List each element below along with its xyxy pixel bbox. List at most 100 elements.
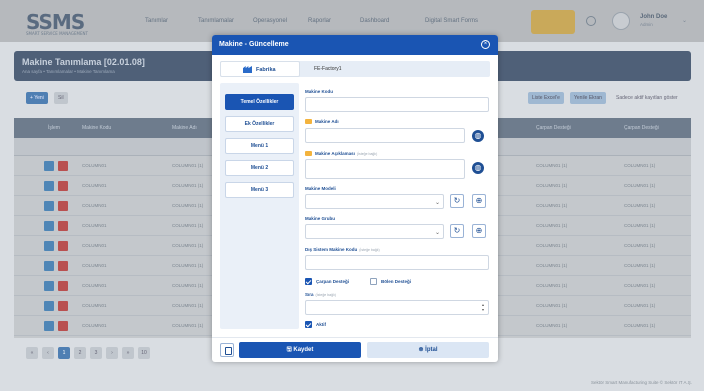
- order-label: Sıra (İsteğe bağlı): [305, 292, 336, 297]
- language-icon: [305, 119, 312, 125]
- pagination-button[interactable]: ›: [106, 347, 118, 359]
- cell-value: COLUMN01 (1): [624, 263, 656, 268]
- edit-icon[interactable]: [44, 241, 54, 251]
- footer-text: Sektör Smart Manufacturing Suite © Sektö…: [590, 380, 692, 385]
- pagination-button[interactable]: »: [122, 347, 134, 359]
- nav-item-dashboard[interactable]: Dashboard: [360, 18, 389, 24]
- active-checkbox[interactable]: [305, 321, 312, 328]
- cell-code: COLUMN01: [82, 323, 107, 328]
- new-button[interactable]: + Yeni: [26, 92, 48, 104]
- chevron-down-icon[interactable]: ⌄: [682, 17, 687, 24]
- column-header[interactable]: İşlem: [48, 125, 60, 131]
- copy-icon[interactable]: [220, 343, 234, 357]
- edit-icon[interactable]: [44, 281, 54, 291]
- dialog-title: Makine - Güncelleme: [219, 41, 289, 48]
- cell-name: COLUMN01 (1): [172, 163, 204, 168]
- cell-code: COLUMN01: [82, 223, 107, 228]
- edit-icon[interactable]: [44, 321, 54, 331]
- pagination-button[interactable]: 10: [138, 347, 150, 359]
- column-header[interactable]: Çarpan Desteği: [536, 125, 571, 131]
- nav-item-digital-smart-forms[interactable]: Digital Smart Forms: [425, 18, 478, 24]
- cell-code: COLUMN01: [82, 283, 107, 288]
- pagination-button[interactable]: 1: [58, 347, 70, 359]
- save-button[interactable]: 🖫 Kaydet: [239, 342, 361, 358]
- dialog-footer: 🖫 Kaydet ⊗ İptal: [212, 337, 498, 362]
- pagination-button[interactable]: 3: [90, 347, 102, 359]
- language-icon: [305, 151, 312, 157]
- sidebar-item-menu-2[interactable]: Menü 2: [225, 160, 294, 176]
- add-icon[interactable]: ⊕: [472, 224, 486, 238]
- cell-code: COLUMN01: [82, 183, 107, 188]
- delete-icon[interactable]: [58, 221, 68, 231]
- stepper-arrows-icon[interactable]: ▴ ▾: [482, 302, 484, 312]
- delete-icon[interactable]: [58, 201, 68, 211]
- cell-value: COLUMN01 (1): [536, 323, 568, 328]
- cell-value: COLUMN01 (1): [536, 183, 568, 188]
- cell-value: COLUMN01 (1): [536, 263, 568, 268]
- close-icon[interactable]: ×: [481, 40, 490, 49]
- globe-icon[interactable]: ◍: [472, 162, 484, 174]
- delete-icon[interactable]: [58, 301, 68, 311]
- globe-icon[interactable]: ◍: [472, 130, 484, 142]
- cell-value: COLUMN01 (1): [624, 303, 656, 308]
- pagination-button[interactable]: ‹: [42, 347, 54, 359]
- delete-icon[interactable]: [58, 321, 68, 331]
- active-only-toggle[interactable]: Sadece aktif kayıtları göster: [612, 92, 682, 104]
- delete-icon[interactable]: [58, 241, 68, 251]
- delete-icon[interactable]: [58, 261, 68, 271]
- nav-item-tanimlar[interactable]: Tanımlar: [145, 18, 168, 24]
- cell-name: COLUMN01 (1): [172, 183, 204, 188]
- column-header[interactable]: Çarpan Desteği: [624, 125, 659, 131]
- cell-value: COLUMN01 (1): [536, 243, 568, 248]
- refresh-icon[interactable]: ↻: [450, 224, 464, 238]
- refresh-icon[interactable]: ↻: [450, 194, 464, 208]
- chevron-down-icon: ⌄: [435, 230, 441, 236]
- cell-value: COLUMN01 (1): [536, 303, 568, 308]
- machine-name-input[interactable]: [305, 128, 465, 143]
- avatar[interactable]: [612, 12, 630, 30]
- nav-item-raporlar[interactable]: Raporlar: [308, 18, 331, 24]
- cell-value: COLUMN01 (1): [624, 323, 656, 328]
- bolen-checkbox[interactable]: [370, 278, 377, 285]
- cancel-button[interactable]: ⊗ İptal: [367, 342, 489, 358]
- pagination-button[interactable]: 2: [74, 347, 86, 359]
- machine-description-input[interactable]: [305, 159, 465, 179]
- nav-action-button[interactable]: [531, 10, 575, 34]
- brand-logo[interactable]: SSMS SMART SERVICE MANAGEMENT: [26, 10, 88, 36]
- machine-update-dialog: Makine - Güncelleme × Fabrika FE-Factory…: [212, 35, 498, 362]
- nav-item-tanimlamalar[interactable]: Tanımlamalar: [198, 18, 234, 24]
- machine-group-select[interactable]: ⌄: [305, 224, 444, 239]
- nav-item-operasyonel[interactable]: Operasyonel: [253, 18, 287, 24]
- edit-icon[interactable]: [44, 261, 54, 271]
- pagination-button[interactable]: «: [26, 347, 38, 359]
- edit-icon[interactable]: [44, 301, 54, 311]
- sidebar-item-temel-ozellikler[interactable]: Temel Özellikler: [225, 94, 294, 110]
- edit-icon[interactable]: [44, 181, 54, 191]
- cell-code: COLUMN01: [82, 163, 107, 168]
- column-header[interactable]: Makine Adı: [172, 125, 197, 131]
- column-header[interactable]: Makine Kodu: [82, 125, 111, 131]
- machine-code-input[interactable]: [305, 97, 489, 112]
- delete-icon[interactable]: [58, 281, 68, 291]
- excel-button[interactable]: Liste Excel'e: [528, 92, 564, 104]
- sidebar-item-menu-3[interactable]: Menü 3: [225, 182, 294, 198]
- edit-icon[interactable]: [44, 201, 54, 211]
- sidebar-item-menu-1[interactable]: Menü 1: [225, 138, 294, 154]
- machine-model-select[interactable]: ⌄: [305, 194, 444, 209]
- sidebar-item-ek-ozellikler[interactable]: Ek Özellikler: [225, 116, 294, 132]
- machine-group-label: Makine Grubu: [305, 216, 336, 221]
- tab-factory[interactable]: Fabrika: [220, 61, 300, 77]
- order-stepper[interactable]: ▴ ▾: [305, 300, 489, 315]
- edit-icon[interactable]: [44, 221, 54, 231]
- delete-button[interactable]: Sil: [54, 92, 68, 104]
- edit-icon[interactable]: [44, 161, 54, 171]
- carpan-checkbox[interactable]: [305, 278, 312, 285]
- search-icon[interactable]: [586, 16, 596, 26]
- add-icon[interactable]: ⊕: [472, 194, 486, 208]
- delete-icon[interactable]: [58, 161, 68, 171]
- cell-value: COLUMN01 (1): [536, 203, 568, 208]
- external-code-input[interactable]: [305, 255, 489, 270]
- machine-name-label: Makine Adı: [305, 119, 339, 125]
- delete-icon[interactable]: [58, 181, 68, 191]
- refresh-button[interactable]: Yenile Ekran: [570, 92, 606, 104]
